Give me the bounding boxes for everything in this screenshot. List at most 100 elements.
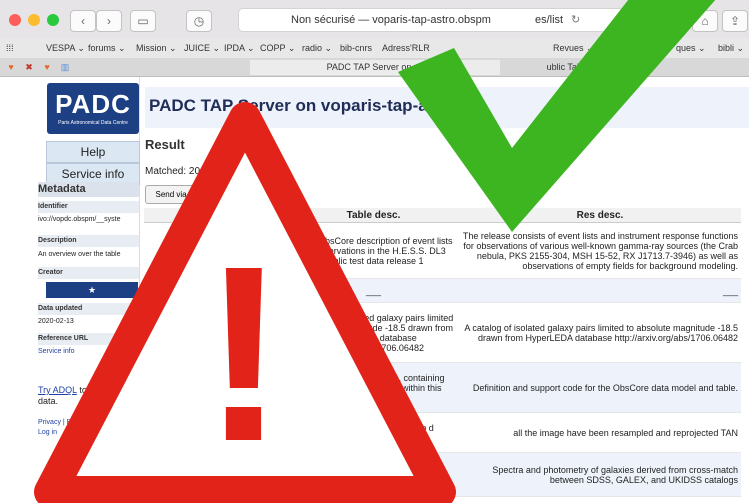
apps-grid-icon[interactable]: ⁞⁞⁞ xyxy=(6,38,14,58)
url-text: Non sécurisé — voparis-tap-astro.obspm xyxy=(291,14,491,26)
bookmark-item[interactable]: STE xyxy=(592,38,610,58)
page-header: PADC TAP Server on voparis-tap-astro.ol xyxy=(145,87,749,128)
table-row: ivoa.ObsCore Table Info IVOA-defined obs… xyxy=(144,362,741,413)
forward-button[interactable]: › xyxy=(96,10,122,32)
browser-window: ‹ › ▭ ◷ Non sécurisé — voparis-tap-astro… xyxy=(0,0,749,503)
adql-line-2: data. xyxy=(38,396,59,406)
matched-count: Matched: 20 xyxy=(145,166,201,177)
res-desc-cell: ___ xyxy=(459,278,741,303)
identifier-value: ivo://vopdc.obspm/__syste xyxy=(38,216,121,223)
data-updated-value: 2020-02-13 xyxy=(38,318,74,325)
tab-bar: ♥ ✖ ♥ ▥ PADC TAP Server on vo ublic Tabl… xyxy=(0,58,749,77)
send-via-samp-button[interactable]: Send via SAMP xyxy=(145,185,222,204)
table-name-cell[interactable] xyxy=(144,452,258,497)
pinned-tab-icon[interactable]: ♥ xyxy=(4,60,18,75)
table-row: ssa.data le ___ ___ xyxy=(144,278,741,303)
bookmark-item[interactable]: bibli ⌄ xyxy=(718,38,744,58)
table-row: ess_dr.vo_ob Table Info IVOA ObsCore des… xyxy=(144,222,741,279)
table-info-link[interactable]: Info xyxy=(258,452,288,497)
pinned-tab-icon[interactable]: ▥ xyxy=(58,60,72,75)
adql-tail-1: to q xyxy=(79,385,95,395)
tables-table: Table ne Info Table desc. Res desc. ess_… xyxy=(144,208,741,497)
column-header-part: Table xyxy=(201,209,227,221)
bookmark-item[interactable]: COPP ⌄ xyxy=(260,38,295,58)
table-name-cell[interactable]: ess_dr.vo_ob xyxy=(144,222,258,279)
bookmark-item[interactable]: IPDA ⌄ xyxy=(224,38,255,58)
back-button[interactable]: ‹ xyxy=(70,10,96,32)
table-name-cell[interactable]: ivoa.ObsCore xyxy=(144,362,258,413)
bookmark-item[interactable]: Mission ⌄ xyxy=(136,38,177,58)
close-window-button[interactable] xyxy=(9,14,21,26)
description-label: Description xyxy=(38,235,139,247)
pinned-tab-icon[interactable]: ♥ xyxy=(40,60,54,75)
data-updated-label: Data updated xyxy=(38,303,139,315)
login-link[interactable]: Log in xyxy=(38,429,57,436)
identifier-label: Identifier xyxy=(38,201,139,213)
bookmark-item[interactable]: VESPA ⌄ xyxy=(46,38,85,58)
description-value: An overview over the table xyxy=(38,251,121,258)
history-icon[interactable]: ◷ xyxy=(186,10,212,32)
column-header-table-name[interactable]: Table ne xyxy=(144,208,258,223)
table-row: se.main Table Info all image have been r… xyxy=(144,412,741,453)
creator-logo: ★ xyxy=(46,282,138,298)
page-title: PADC TAP Server on voparis-tap-astro.ol xyxy=(149,96,480,115)
address-bar[interactable]: Non sécurisé — voparis-tap-astro.obspm e… xyxy=(238,8,630,32)
table-name-cell[interactable]: ssa.data xyxy=(144,278,258,303)
table-desc-cell: all image have been resamp d reprojected… xyxy=(288,412,459,453)
table-desc-cell: IVOA-defined obscore e, containing gener… xyxy=(288,362,459,413)
try-adql-link[interactable]: Try ADQL xyxy=(38,385,77,395)
table-name-cell[interactable]: se.main xyxy=(144,412,258,453)
table-info-link[interactable]: Table Info xyxy=(258,362,288,413)
tab-public-tables[interactable]: ublic Tables xyxy=(510,60,630,75)
bookmark-item[interactable]: Adress'RLR xyxy=(382,38,430,58)
table-desc-cell: A catalog of isolated galaxy pairs limit… xyxy=(288,302,459,363)
reference-url-label: Reference URL xyxy=(38,333,139,345)
sidebar: PADC Paris Astronomical Data Centre Help… xyxy=(38,77,140,503)
logo-subtext: Paris Astronomical Data Centre xyxy=(58,120,128,126)
bookmark-item[interactable]: JUICE ⌄ xyxy=(184,38,220,58)
bookmark-item[interactable]: ques ⌄ xyxy=(676,38,706,58)
table-row: hyp a.galaxies Table Info A catalog of i… xyxy=(144,302,741,363)
table-info-link[interactable]: Table Info xyxy=(258,222,288,279)
reload-icon[interactable]: ↻ xyxy=(571,9,580,31)
main-panel: PADC TAP Server on voparis-tap-astro.ol … xyxy=(144,77,749,503)
share-icon[interactable]: ⇪ xyxy=(722,10,748,32)
metadata-heading: Metadata xyxy=(38,182,139,197)
table-name-cell[interactable]: hyp a.galaxies xyxy=(144,302,258,363)
url-suffix: es/list xyxy=(535,14,564,26)
table-info-link[interactable]: Table Info xyxy=(258,412,288,453)
pinned-tab-icon[interactable]: ✖ xyxy=(22,60,36,75)
query-button[interactable]: Q xyxy=(242,185,264,204)
adql-line: Try ADQL to q r xyxy=(38,385,134,395)
logo-text: PADC xyxy=(55,89,131,119)
table-info-link[interactable]: Table Info xyxy=(258,302,288,363)
downloads-icon[interactable]: ⌂ xyxy=(692,10,718,32)
bookmark-item[interactable]: forums ⌄ xyxy=(88,38,126,58)
res-desc-cell: Spectra and photometry of galaxies deriv… xyxy=(459,452,741,497)
zoom-window-button[interactable] xyxy=(47,14,59,26)
table-desc-cell: Spectra a tometry of match between SDSS,… xyxy=(288,452,459,497)
bookmarks-bar: ⁞⁞⁞ VESPA ⌄ forums ⌄ Mission ⌄ JUICE ⌄ I… xyxy=(0,38,749,59)
column-header-res-desc[interactable]: Res desc. xyxy=(459,208,741,223)
privacy-link[interactable]: Privacy | B xyxy=(38,419,71,426)
column-header-info[interactable]: Info xyxy=(258,208,288,223)
column-header-table-desc[interactable]: Table desc. xyxy=(288,208,459,223)
column-header-part: ne xyxy=(243,209,255,221)
tab-padc[interactable]: PADC TAP Server on vo xyxy=(250,60,500,75)
bookmark-item[interactable]: bib-cnrs xyxy=(340,38,372,58)
title-bar: ‹ › ▭ ◷ Non sécurisé — voparis-tap-astro… xyxy=(0,0,749,39)
table-info-link[interactable]: le xyxy=(258,278,288,303)
padc-logo[interactable]: PADC Paris Astronomical Data Centre xyxy=(47,83,139,134)
minimize-window-button[interactable] xyxy=(28,14,40,26)
help-button[interactable]: Help xyxy=(46,141,140,163)
res-desc-cell: all the image have been resampled and re… xyxy=(459,412,741,453)
res-desc-cell: The release consists of event lists and … xyxy=(459,222,741,279)
res-desc-cell: Definition and support code for the ObsC… xyxy=(459,362,741,413)
table-header-row: Table ne Info Table desc. Res desc. xyxy=(144,208,741,223)
reference-url-link[interactable]: Service info xyxy=(38,347,139,356)
bookmark-item[interactable]: Revues ⌄ xyxy=(553,38,594,58)
result-heading: Result xyxy=(145,137,185,152)
sidebar-toggle-icon[interactable]: ▭ xyxy=(130,10,156,32)
creator-label: Creator xyxy=(38,267,139,279)
bookmark-item[interactable]: radio ⌄ xyxy=(302,38,332,58)
